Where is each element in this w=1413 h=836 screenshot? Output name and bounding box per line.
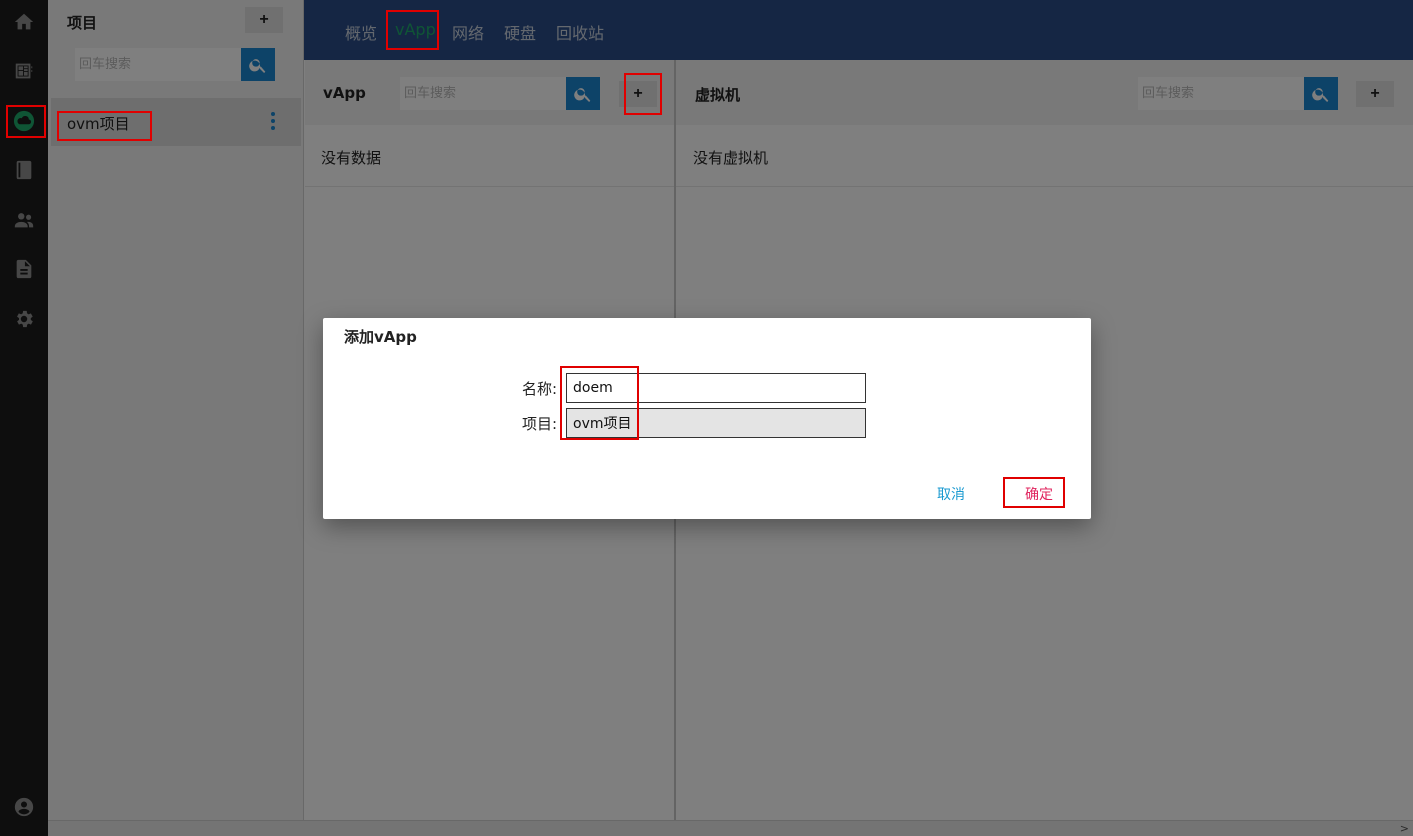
dialog-title: 添加vApp [344, 328, 417, 346]
cancel-button[interactable]: 取消 [937, 484, 965, 504]
project-label: 项目: [521, 415, 557, 433]
confirm-button[interactable]: 确定 [1025, 484, 1053, 504]
name-input[interactable] [566, 373, 866, 403]
add-vapp-dialog: 添加vApp 名称: 项目: 取消 确定 [323, 318, 1091, 519]
name-label: 名称: [521, 380, 557, 398]
project-input [566, 408, 866, 438]
